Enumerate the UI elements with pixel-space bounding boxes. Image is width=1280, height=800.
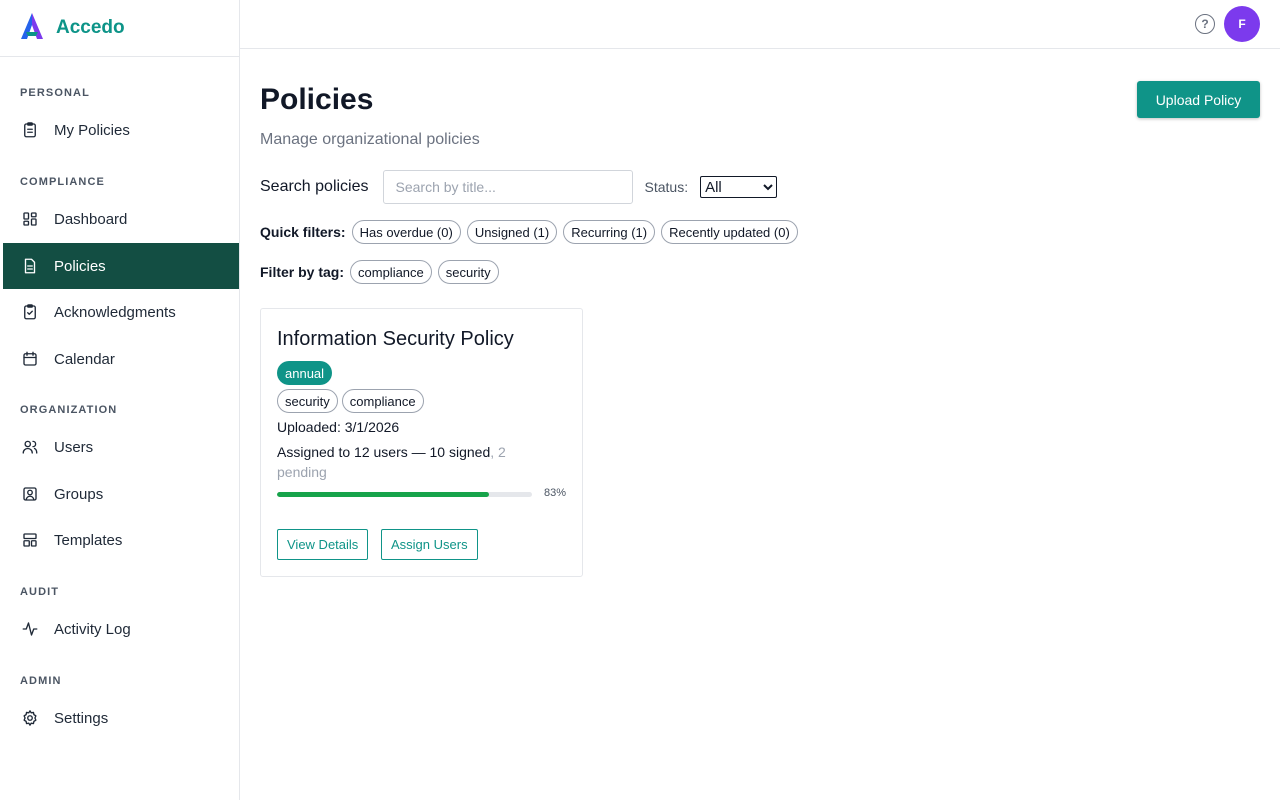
template-icon [21, 531, 39, 549]
policy-card: Information Security Policy annual secur… [260, 308, 583, 577]
sidebar: Accedo PERSONAL My Policies COMPLIANCE D… [0, 0, 240, 800]
policy-tags: security compliance [277, 389, 428, 413]
sidebar-item-label: Calendar [54, 350, 115, 368]
status-label: Status: [644, 179, 689, 195]
users-icon [21, 438, 39, 456]
search-input[interactable] [382, 170, 633, 204]
sidebar-item-label: Activity Log [54, 620, 131, 638]
calendar-icon [21, 350, 39, 368]
upload-policy-button[interactable]: Upload Policy [1137, 81, 1260, 118]
quick-filters-row: Quick filters: Has overdue (0) Unsigned … [260, 220, 804, 244]
sidebar-item-label: Groups [54, 485, 104, 503]
section-label-personal: PERSONAL [20, 87, 90, 99]
sidebar-item-settings[interactable]: Settings [3, 695, 239, 741]
section-label-compliance: COMPLIANCE [20, 176, 105, 188]
brand[interactable]: Accedo [0, 0, 239, 57]
user-square-icon [21, 485, 39, 503]
status-select[interactable]: All [700, 176, 778, 198]
uploaded-date: Uploaded: 3/1/2026 [277, 419, 400, 435]
sidebar-item-dashboard[interactable]: Dashboard [3, 196, 239, 242]
quick-filter-recently-updated[interactable]: Recently updated (0) [661, 220, 798, 244]
top-bar: ? F [240, 0, 1280, 49]
accedo-logo-icon [21, 12, 43, 44]
sidebar-item-label: Settings [54, 709, 109, 727]
assign-users-button[interactable]: Assign Users [381, 529, 478, 560]
clipboard-list-icon [21, 121, 39, 139]
gear-icon [21, 709, 39, 727]
assignment-summary: Assigned to 12 users — 10 signed, 2 pend… [277, 442, 527, 482]
tag-filters-row: Filter by tag: compliance security [260, 260, 505, 284]
brand-name: Accedo [56, 17, 125, 38]
sidebar-item-label: Users [54, 438, 94, 456]
sidebar-item-label: Policies [54, 257, 106, 275]
question-circle-icon[interactable]: ? [1195, 14, 1215, 34]
policy-tag: compliance [341, 389, 424, 413]
sidebar-item-label: Templates [54, 531, 123, 549]
search-label: Search policies [260, 178, 369, 195]
tag-filter-security[interactable]: security [437, 260, 499, 284]
quick-filter-unsigned[interactable]: Unsigned (1) [466, 220, 558, 244]
section-label-audit: AUDIT [20, 586, 60, 598]
view-details-button[interactable]: View Details [277, 529, 369, 560]
sidebar-item-groups[interactable]: Groups [3, 471, 239, 517]
sidebar-item-calendar[interactable]: Calendar [3, 336, 239, 382]
sidebar-item-label: My Policies [54, 121, 130, 139]
page-title: Policies [260, 83, 374, 116]
quick-filters-label: Quick filters: [260, 224, 346, 240]
policy-tag: security [277, 389, 338, 413]
sidebar-item-policies[interactable]: Policies [3, 243, 239, 289]
sidebar-item-label: Acknowledgments [54, 303, 176, 321]
search-row: Search policies Status: All [260, 170, 778, 204]
sidebar-item-activity-log[interactable]: Activity Log [3, 606, 239, 652]
assigned-signed-text: Assigned to 12 users — 10 signed [277, 444, 491, 460]
sidebar-item-my-policies[interactable]: My Policies [3, 107, 239, 153]
document-icon [21, 257, 39, 275]
section-label-admin: ADMIN [20, 675, 62, 687]
clipboard-check-icon [21, 303, 39, 321]
quick-filter-recurring[interactable]: Recurring (1) [563, 220, 656, 244]
sidebar-item-acknowledgments[interactable]: Acknowledgments [3, 289, 239, 335]
signature-progress-fill [277, 492, 489, 497]
signature-progress-bar [277, 492, 532, 497]
tag-filter-compliance[interactable]: compliance [350, 260, 432, 284]
tag-filters-label: Filter by tag: [260, 264, 345, 280]
quick-filter-has-overdue[interactable]: Has overdue (0) [351, 220, 461, 244]
sidebar-item-templates[interactable]: Templates [3, 517, 239, 563]
sidebar-item-users[interactable]: Users [3, 424, 239, 470]
frequency-badge: annual [277, 361, 333, 385]
activity-icon [21, 620, 39, 638]
progress-percent: 83% [543, 487, 566, 499]
section-label-organization: ORGANIZATION [20, 404, 118, 416]
page-subtitle: Manage organizational policies [260, 131, 480, 148]
sidebar-item-label: Dashboard [54, 210, 128, 228]
policy-title: Information Security Policy [277, 328, 514, 350]
dashboard-icon [21, 210, 39, 228]
avatar[interactable]: F [1224, 6, 1260, 42]
